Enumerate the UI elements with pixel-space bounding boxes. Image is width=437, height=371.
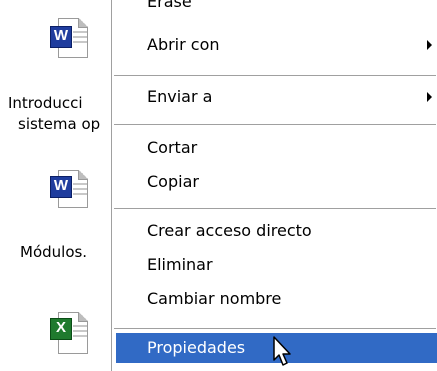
menu-item-label: Eliminar bbox=[147, 255, 213, 274]
menu-item-cambiar-nombre[interactable]: Cambiar nombre bbox=[112, 284, 437, 314]
menu-item-crear-acceso-directo[interactable]: Crear acceso directo bbox=[112, 216, 437, 246]
menu-item-label: Copiar bbox=[147, 172, 199, 191]
word-file-icon[interactable]: W bbox=[46, 18, 90, 62]
word-file-icon[interactable]: W bbox=[46, 170, 90, 210]
menu-item-label: Erase bbox=[147, 0, 192, 11]
file-label-modulos[interactable]: Módulos. bbox=[20, 242, 87, 262]
menu-item-label: Enviar a bbox=[147, 87, 213, 106]
file-label-introduccion-line2[interactable]: sistema op bbox=[18, 114, 100, 134]
menu-item-cortar[interactable]: Cortar bbox=[112, 133, 437, 163]
mouse-pointer-icon bbox=[273, 336, 291, 366]
menu-item-copiar[interactable]: Copiar bbox=[112, 167, 437, 197]
excel-file-icon[interactable]: X bbox=[46, 312, 90, 356]
menu-item-abrir-con[interactable]: Abrir con bbox=[112, 30, 437, 60]
menu-item-label: Crear acceso directo bbox=[147, 221, 312, 240]
excel-badge: X bbox=[50, 318, 72, 340]
word-badge: W bbox=[50, 176, 72, 198]
submenu-arrow-icon bbox=[427, 40, 432, 50]
menu-item-label: Abrir con bbox=[147, 35, 220, 54]
menu-item-erase[interactable]: Erase bbox=[112, 0, 437, 20]
file-label-introduccion[interactable]: Introducci bbox=[8, 93, 83, 113]
context-menu: Erase Abrir con Enviar a Cortar Copiar C… bbox=[111, 0, 437, 371]
menu-separator bbox=[114, 328, 436, 329]
desktop: W W X Introducci sistema op Módulos. Era… bbox=[0, 0, 437, 371]
menu-separator bbox=[114, 124, 436, 125]
menu-item-label: Cortar bbox=[147, 138, 198, 157]
menu-separator bbox=[114, 75, 436, 76]
menu-item-label: Cambiar nombre bbox=[147, 289, 282, 308]
menu-separator bbox=[114, 208, 436, 209]
menu-item-enviar-a[interactable]: Enviar a bbox=[112, 82, 437, 112]
menu-item-label: Propiedades bbox=[147, 338, 246, 357]
word-badge: W bbox=[50, 26, 72, 48]
menu-item-eliminar[interactable]: Eliminar bbox=[112, 250, 437, 280]
submenu-arrow-icon bbox=[427, 92, 432, 102]
